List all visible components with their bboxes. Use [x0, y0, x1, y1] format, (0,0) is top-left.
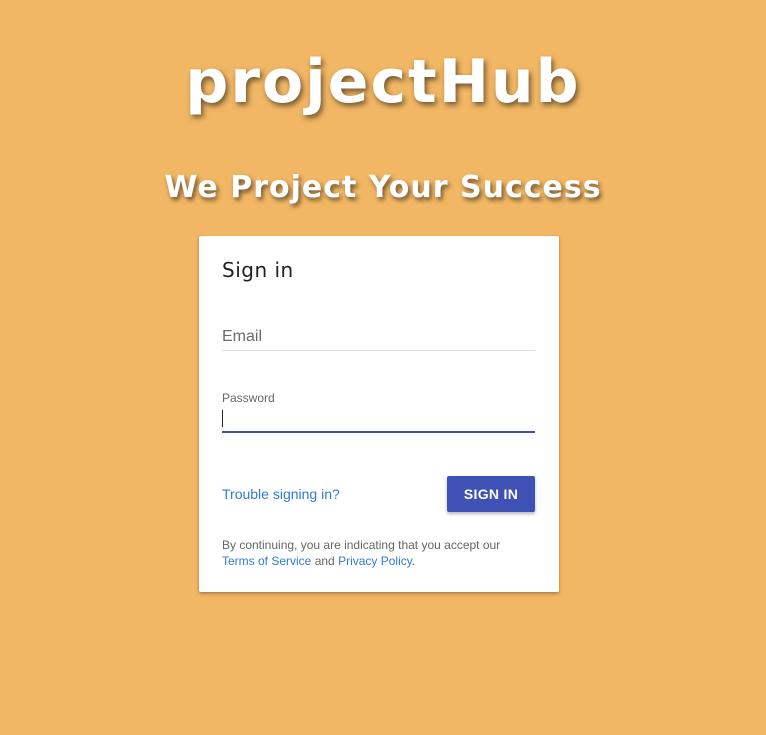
- legal-notice: By continuing, you are indicating that y…: [222, 537, 538, 569]
- password-field[interactable]: Password: [222, 388, 535, 433]
- signin-card: Sign in Email Password Trouble signing i…: [199, 236, 559, 592]
- legal-suffix: .: [411, 554, 416, 568]
- brand-title: projectHub: [185, 47, 581, 117]
- brand-tagline: We Project Your Success: [164, 170, 602, 205]
- privacy-policy-link[interactable]: Privacy Policy: [338, 554, 412, 568]
- trouble-signing-in-link[interactable]: Trouble signing in?: [222, 486, 340, 502]
- password-label: Password: [222, 391, 275, 405]
- signin-heading: Sign in: [222, 258, 294, 282]
- legal-prefix: By continuing, you are indicating that y…: [222, 538, 501, 552]
- email-field[interactable]: Email: [222, 322, 535, 351]
- email-label: Email: [222, 328, 263, 345]
- legal-and: and: [314, 554, 335, 568]
- terms-of-service-link[interactable]: Terms of Service: [222, 554, 311, 568]
- password-input[interactable]: [222, 408, 535, 430]
- sign-in-button[interactable]: SIGN IN: [447, 476, 535, 512]
- text-caret: [222, 410, 223, 427]
